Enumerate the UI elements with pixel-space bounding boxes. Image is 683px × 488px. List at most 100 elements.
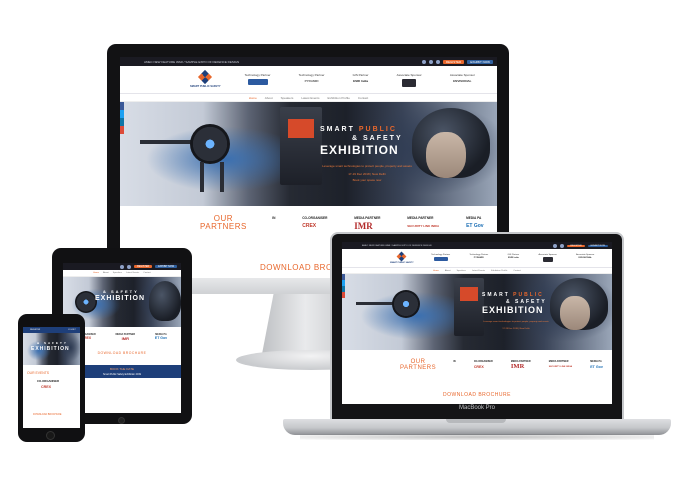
phone-home-button[interactable] <box>46 431 55 440</box>
google-plus-icon[interactable] <box>342 292 345 298</box>
laptop-hero-subline-1: Leverage smart technologies to protect p… <box>483 321 549 323</box>
partner-logo-icon <box>247 78 268 85</box>
phone-exhibit-button[interactable]: EXHIBIT <box>68 329 76 331</box>
drone-icon <box>75 291 97 313</box>
band-partner-label: CO-ORGANISER <box>302 215 328 220</box>
tablet-social: REGISTER EXHIBIT NOW <box>120 264 177 269</box>
laptop-band-partner-2: CO-ORGANISER CREX <box>474 360 493 370</box>
phone-hero-exhibition: EXHIBITION <box>31 346 70 352</box>
hero-subline-1: Leverage smart technologies to protect p… <box>322 164 412 168</box>
social-links: REGISTER EXHIBIT NOW <box>421 59 493 64</box>
laptop-top-bar: AMEC NEW FEATURE WAR / SAMPLE EXPO OF DE… <box>342 242 612 249</box>
band-partner-label: MEDIA PARTNER <box>354 215 381 220</box>
laptop-nav-events[interactable]: Latest Events <box>472 270 485 272</box>
officer-face <box>426 132 466 178</box>
laptop-band-partner-5: MEDIA PA ET Gov <box>590 360 603 370</box>
laptop-nav-speakers[interactable]: Speakers <box>457 270 466 272</box>
tablet-top-bar: REGISTER EXHIBIT NOW <box>63 263 181 270</box>
top-bar-text: AMEC NEW FEATURE WAR / SAMPLE EXPO OF DE… <box>144 59 240 64</box>
tablet-home-button[interactable] <box>118 417 125 424</box>
laptop-register-button[interactable]: REGISTER <box>567 244 585 247</box>
twitter-icon[interactable] <box>120 264 124 269</box>
youtube-icon[interactable] <box>435 59 440 64</box>
tablet-nav-speakers[interactable]: Speakers <box>113 272 122 274</box>
laptop-band-partner-4: MEDIA PARTNER SECURITY LINK INDIA <box>549 360 572 370</box>
phone-download[interactable]: DOWNLOAD BROCHURE <box>33 413 80 416</box>
band-partner-1: IN <box>272 216 275 231</box>
nav-latest-events[interactable]: Latest Events <box>301 96 319 100</box>
partner-label: Associate Sponsor <box>449 72 475 77</box>
hero-banner: SMART PUBLIC & SAFETY EXHIBITION Leverag… <box>120 102 497 206</box>
laptop-header-partner-5: Associate Sponsor ENVISIONAL <box>576 254 594 262</box>
tablet-nav-contact[interactable]: Contact <box>143 272 151 274</box>
laptop-header: SMART PUBLIC SAFETY Technology Partner T… <box>342 249 612 268</box>
laptop-download-strip: DOWNLOAD BROCHURE <box>342 380 612 404</box>
hero-title-exhibition: EXHIBITION <box>320 143 399 157</box>
linkedin-icon[interactable] <box>120 118 124 126</box>
band-partner-name: IMR <box>510 363 525 370</box>
logo-text: SMART PUBLIC SAFETY <box>190 84 221 88</box>
tablet-partner-2: MEDIA PARTNER IMR <box>115 333 135 341</box>
laptop-download-link[interactable]: DOWNLOAD BROCHURE <box>342 380 612 398</box>
hero-public-text: PUBLIC <box>513 292 544 298</box>
laptop-opening-notch <box>446 419 506 423</box>
nav-about[interactable]: About <box>265 96 273 100</box>
laptop-logo[interactable]: SMART PUBLIC SAFETY <box>390 251 414 264</box>
phone-co-organiser: CO-ORGANISER <box>37 379 60 383</box>
laptop-header-partner-2: Technology Partner PYRAMID <box>469 254 488 262</box>
tablet-hero-safety: & SAFETY <box>103 289 139 294</box>
site-logo[interactable]: SMART PUBLIC SAFETY <box>190 69 221 88</box>
facebook-icon[interactable] <box>428 59 433 64</box>
register-button[interactable]: REGISTER <box>442 59 465 64</box>
google-plus-icon[interactable] <box>120 126 124 134</box>
twitter-icon[interactable] <box>120 110 124 118</box>
hero-smart-text: SMART <box>482 292 510 298</box>
laptop-nav-contact[interactable]: Contact <box>513 270 521 272</box>
exhibit-button[interactable]: EXHIBIT NOW <box>467 59 493 64</box>
laptop-logo-text: SMART PUBLIC SAFETY <box>390 261 414 264</box>
facebook-icon[interactable] <box>560 243 565 248</box>
band-partner-2: CO-ORGANISER CREX <box>302 216 327 231</box>
header-partner-4: Associate Sponsor <box>397 73 422 87</box>
laptop-shadow <box>300 434 654 440</box>
nav-contact[interactable]: Contact <box>358 96 368 100</box>
band-partner-name: SECURITY LINK INDIA <box>407 223 440 228</box>
laptop-nav-about[interactable]: About <box>445 270 451 272</box>
tablet-nav-about[interactable]: About <box>103 272 109 274</box>
partner-label: Technology Partner <box>431 254 451 256</box>
partner-logo-text: PYRAMID <box>473 257 484 259</box>
site-header: SMART PUBLIC SAFETY Technology Partner T… <box>120 66 497 94</box>
hero-safety-text: & SAFETY <box>352 135 403 142</box>
header-partner-5: Associate Sponsor ENVISIONAL <box>450 73 475 87</box>
band-partner-name: CREX <box>302 222 317 229</box>
laptop-nav-home[interactable]: Home <box>433 270 439 272</box>
tablet-register-button[interactable]: REGISTER <box>134 265 153 268</box>
tablet-partner-name: IMR <box>121 336 129 341</box>
tablet-exhibit-button[interactable]: EXHIBIT NOW <box>155 265 177 268</box>
partner-label: Associate Sponsor <box>538 254 557 256</box>
twitter-icon[interactable] <box>421 59 426 64</box>
laptop-social: REGISTER EXHIBIT NOW <box>553 243 608 248</box>
nav-speakers[interactable]: Speakers <box>281 96 294 100</box>
band-partner-4: MEDIA PARTNER SECURITY LINK INDIA <box>407 216 439 231</box>
band-partner-label: IN <box>272 215 276 220</box>
facebook-icon[interactable] <box>127 264 131 269</box>
phone-register-button[interactable]: REGISTER <box>27 329 43 331</box>
nav-home[interactable]: Home <box>249 96 257 100</box>
partner-label: GIS Partner <box>507 254 520 256</box>
laptop-share-bar <box>342 274 345 298</box>
nav-exhibition-profile[interactable]: Exhibition Profile <box>328 96 350 100</box>
laptop-header-partner-4: Associate Sponsor <box>538 254 557 262</box>
band-partner-label: MEDIA PA <box>590 360 602 363</box>
laptop-exhibit-button[interactable]: EXHIBIT NOW <box>587 244 608 247</box>
twitter-icon[interactable] <box>553 243 558 248</box>
laptop-nav-exhibition[interactable]: Exhibition Profile <box>491 270 507 272</box>
laptop-header-partner-3: GIS Partner ESRI India <box>508 254 520 262</box>
tablet-nav-home[interactable]: Home <box>93 272 99 274</box>
facebook-icon[interactable] <box>120 102 124 110</box>
laptop-screen: AMEC NEW FEATURE WAR / SAMPLE EXPO OF DE… <box>342 242 612 404</box>
laptop-hero-subline-2: 17-19 Dec 2018 | New Delhi <box>502 328 530 330</box>
tablet-nav-events[interactable]: Latest Events <box>126 272 139 274</box>
hero-subline-2: 17-19 Dec 2018 | New Delhi <box>348 172 386 176</box>
laptop-top-bar-text: AMEC NEW FEATURE WAR / SAMPLE EXPO OF DE… <box>362 244 432 247</box>
